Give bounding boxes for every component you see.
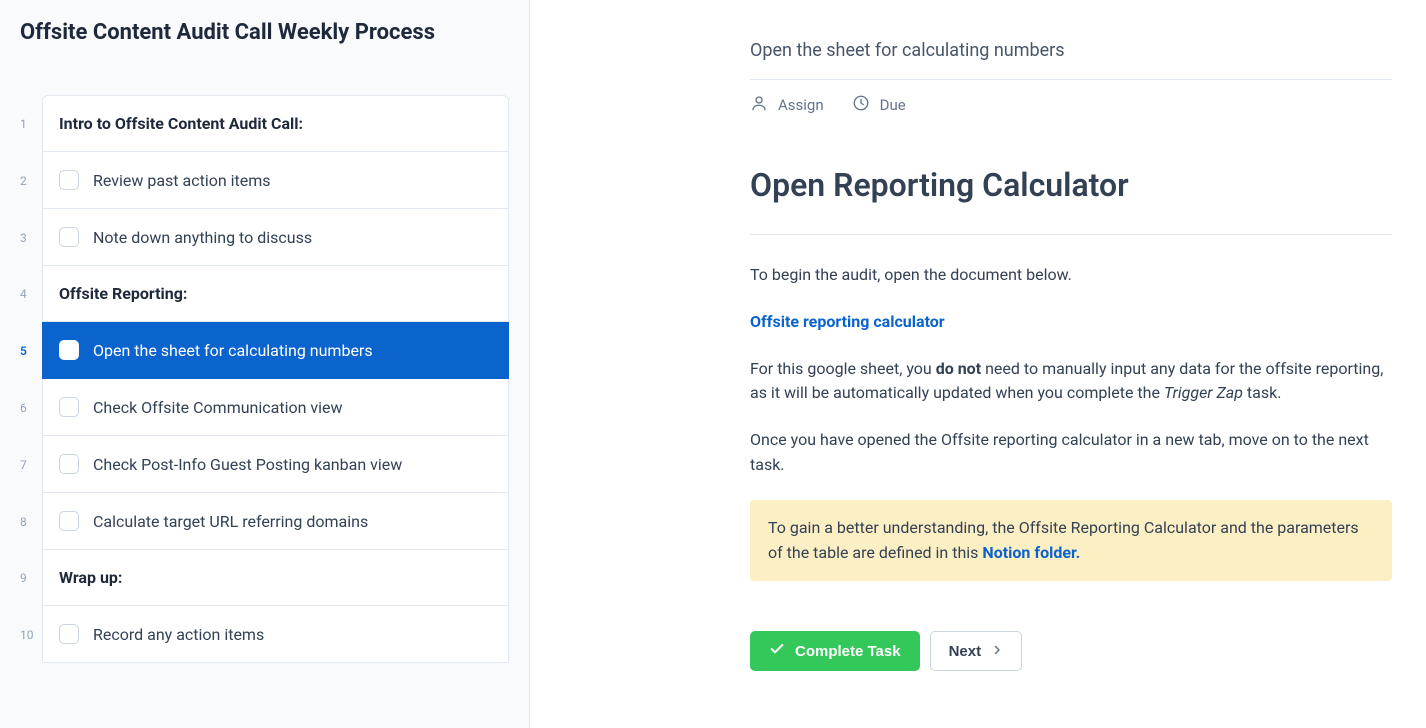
step-number: 9 — [20, 550, 42, 606]
content-heading: Open Reporting Calculator — [750, 166, 1392, 204]
complete-task-button[interactable]: Complete Task — [750, 631, 920, 671]
step-row: 7 Check Post-Info Guest Posting kanban vi… — [20, 436, 509, 493]
task-item[interactable]: Check Offsite Communication view — [42, 379, 509, 436]
step-row: 5 Open the sheet for calculating numbers — [20, 322, 509, 379]
paragraph-instructions: For this google sheet, you do not need t… — [750, 357, 1392, 407]
step-number: 6 — [20, 379, 42, 436]
task-checkbox[interactable] — [59, 511, 79, 531]
step-row: 6 Check Offsite Communication view — [20, 379, 509, 436]
step-number: 2 — [20, 152, 42, 209]
step-row: 10 Record any action items — [20, 606, 509, 663]
sidebar-title: Offsite Content Audit Call Weekly Proces… — [20, 20, 509, 45]
content-body: To begin the audit, open the document be… — [750, 263, 1392, 671]
assign-label: Assign — [778, 96, 824, 114]
action-row: Complete Task Next — [750, 631, 1392, 671]
notion-link[interactable]: Notion folder. — [982, 543, 1080, 562]
step-number: 4 — [20, 266, 42, 322]
due-button[interactable]: Due — [852, 94, 906, 116]
next-button[interactable]: Next — [930, 631, 1023, 671]
step-label: Check Post-Info Guest Posting kanban vie… — [93, 455, 402, 474]
step-row: 4 Offsite Reporting: — [20, 266, 509, 322]
step-row: 2 Review past action items — [20, 152, 509, 209]
step-label: Record any action items — [93, 625, 264, 644]
step-row: 9 Wrap up: — [20, 550, 509, 606]
task-subtitle: Open the sheet for calculating numbers — [750, 40, 1392, 61]
step-label: Calculate target URL referring domains — [93, 512, 368, 531]
task-checkbox[interactable] — [59, 397, 79, 417]
task-checkbox[interactable] — [59, 170, 79, 190]
task-checkbox[interactable] — [59, 227, 79, 247]
task-checkbox[interactable] — [59, 624, 79, 644]
step-number: 3 — [20, 209, 42, 266]
user-icon — [750, 94, 768, 116]
task-item[interactable]: Open the sheet for calculating numbers — [42, 322, 509, 379]
task-checkbox[interactable] — [59, 340, 79, 360]
meta-row: Assign Due — [750, 94, 1392, 116]
clock-icon — [852, 94, 870, 116]
divider — [750, 234, 1392, 235]
step-label: Wrap up: — [59, 568, 122, 587]
step-number: 8 — [20, 493, 42, 550]
next-label: Next — [949, 643, 982, 660]
step-label: Open the sheet for calculating numbers — [93, 341, 373, 360]
section-header: Wrap up: — [42, 550, 509, 606]
task-checkbox[interactable] — [59, 454, 79, 474]
step-number: 1 — [20, 95, 42, 152]
task-item[interactable]: Note down anything to discuss — [42, 209, 509, 266]
check-icon — [769, 641, 785, 661]
section-header: Offsite Reporting: — [42, 266, 509, 322]
divider — [750, 79, 1392, 80]
task-item[interactable]: Review past action items — [42, 152, 509, 209]
chevron-right-icon — [991, 643, 1003, 660]
callout-note: To gain a better understanding, the Offs… — [750, 500, 1392, 582]
step-number: 5 — [20, 322, 42, 379]
main-panel: Open the sheet for calculating numbers A… — [530, 0, 1426, 728]
step-label: Review past action items — [93, 171, 271, 190]
step-number: 7 — [20, 436, 42, 493]
task-item[interactable]: Calculate target URL referring domains — [42, 493, 509, 550]
paragraph-next: Once you have opened the Offsite reporti… — [750, 428, 1392, 478]
task-item[interactable]: Check Post-Info Guest Posting kanban vie… — [42, 436, 509, 493]
step-label: Intro to Offsite Content Audit Call: — [59, 114, 303, 133]
step-number: 10 — [20, 606, 42, 663]
app-root: Offsite Content Audit Call Weekly Proces… — [0, 0, 1426, 728]
task-item[interactable]: Record any action items — [42, 606, 509, 663]
main-inner: Open the sheet for calculating numbers A… — [750, 40, 1392, 671]
due-label: Due — [880, 96, 906, 114]
steps-list: 1 Intro to Offsite Content Audit Call: 2 Re… — [20, 95, 509, 663]
complete-label: Complete Task — [795, 643, 901, 660]
step-label: Check Offsite Communication view — [93, 398, 343, 417]
assign-button[interactable]: Assign — [750, 94, 824, 116]
step-row: 8 Calculate target URL referring domains — [20, 493, 509, 550]
step-label: Offsite Reporting: — [59, 284, 187, 303]
intro-text: To begin the audit, open the document be… — [750, 263, 1392, 288]
step-row: 3 Note down anything to discuss — [20, 209, 509, 266]
step-label: Note down anything to discuss — [93, 228, 312, 247]
sidebar: Offsite Content Audit Call Weekly Proces… — [0, 0, 530, 728]
step-row: 1 Intro to Offsite Content Audit Call: — [20, 95, 509, 152]
section-header: Intro to Offsite Content Audit Call: — [42, 95, 509, 152]
calculator-link[interactable]: Offsite reporting calculator — [750, 312, 945, 331]
